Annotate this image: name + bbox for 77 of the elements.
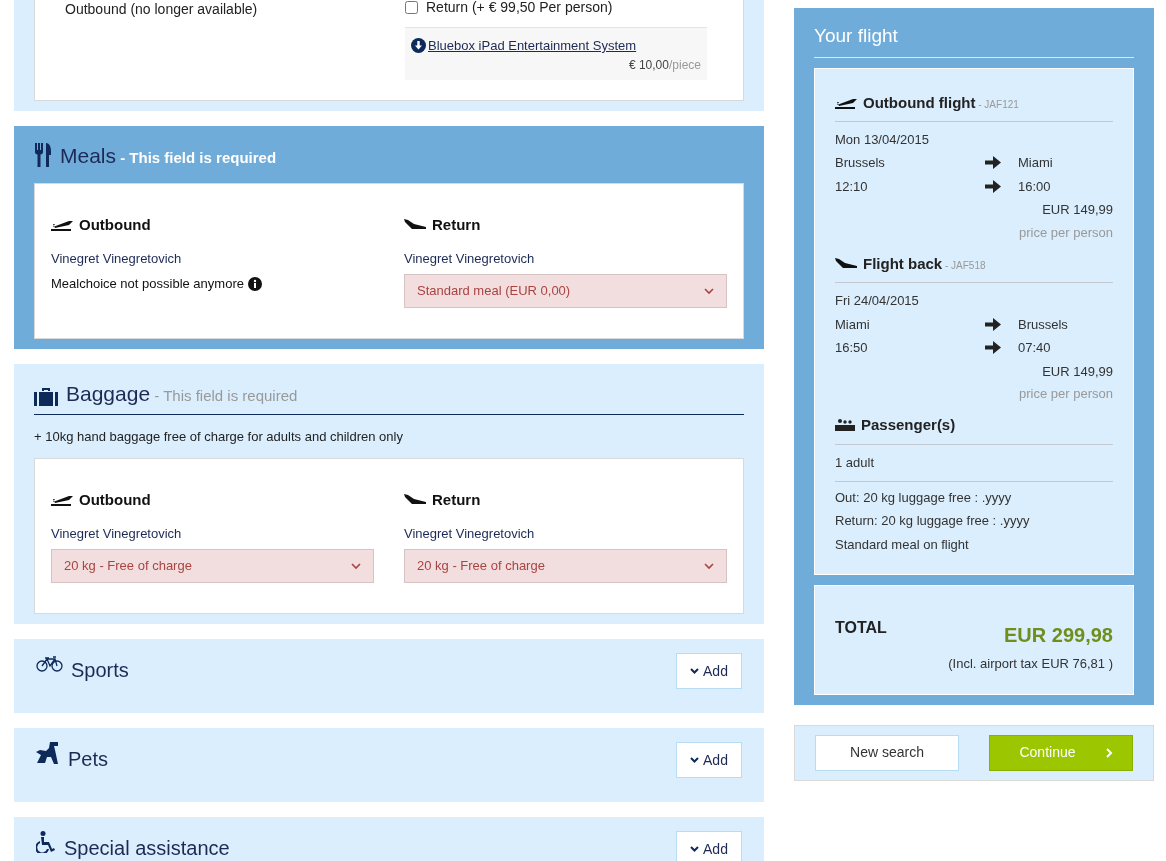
checkbox-label: Return (+ € 99,50 Per person) (426, 0, 613, 17)
add-button[interactable]: Add (676, 831, 742, 861)
flight-heading: Outbound flight - JAF121 (863, 92, 1019, 113)
booking-extra: Standard meal on flight (835, 535, 970, 554)
departure-time: 12:10 (835, 177, 869, 196)
takeoff-plane-icon (51, 494, 73, 507)
chevron-down-icon (351, 562, 361, 570)
booking-extra: Out: 20 kg luggage free : .yyyy (835, 488, 1013, 507)
landing-plane-icon (835, 258, 857, 270)
arrow-right-icon (985, 179, 1001, 193)
arrival-time: 16:00 (1017, 177, 1052, 196)
new-search-button[interactable]: New search (815, 734, 959, 771)
arrow-right-icon (985, 156, 1001, 170)
section-title: Sports (71, 658, 129, 683)
arrow-right-icon (985, 317, 1001, 331)
departure-time: 16:50 (835, 339, 869, 357)
passenger-name: Vinegret Vinegretovich (404, 524, 536, 543)
flight-heading: Flight back - JAF518 (863, 254, 986, 274)
add-button[interactable]: Add (676, 653, 742, 689)
unavailable-note: Mealchoice not possible anymore (51, 275, 244, 293)
download-icon (411, 38, 426, 54)
baggage-info: + 10kg hand baggage free of charge for adults and children only (34, 427, 404, 446)
section-title: Meals - This field is required (60, 142, 277, 169)
product-link[interactable]: Bluebox iPad Entertainment System (411, 36, 701, 56)
section-title: Pets (68, 747, 109, 772)
passenger-count: 1 adult (835, 445, 1113, 482)
passengers-heading: Passenger(s) (861, 414, 956, 435)
info-icon (247, 276, 262, 291)
chevron-down-icon (704, 287, 714, 295)
leg-heading: Outbound (79, 215, 151, 235)
section-title: Baggage - This field is required (66, 381, 298, 407)
checkbox[interactable] (405, 0, 418, 14)
fork-knife-icon (34, 143, 52, 167)
people-icon (835, 418, 855, 431)
flight-price: EUR 149,99 (1042, 362, 1113, 381)
dropdown-field[interactable]: 20 kg - Free of charge (404, 549, 727, 583)
origin-city: Brussels (835, 154, 886, 172)
leg-heading: Outbound (79, 490, 151, 510)
wheelchair-icon (36, 831, 56, 853)
total-label: TOTAL (835, 618, 887, 638)
unavailable-note: Outbound (no longer available) (64, 0, 259, 19)
flight-price: EUR 149,99 (1042, 201, 1113, 219)
price-note: price per person (1019, 223, 1113, 242)
destination-city: Miami (1017, 154, 1054, 172)
bicycle-icon (36, 656, 63, 672)
chevron-down-icon (690, 757, 700, 763)
dog-icon (36, 742, 60, 764)
arrival-time: 07:40 (1017, 339, 1052, 357)
tax-note: (Incl. airport tax EUR 76,81 ) (948, 655, 1113, 673)
price-note: price per person (1019, 385, 1113, 403)
add-button[interactable]: Add (676, 742, 742, 778)
passenger-name: Vinegret Vinegretovich (51, 249, 183, 268)
dropdown-field[interactable]: Standard meal (EUR 0,00) (404, 274, 727, 308)
takeoff-plane-icon (51, 219, 73, 232)
total-amount: EUR 299,98 (1004, 623, 1113, 648)
takeoff-plane-icon (835, 96, 857, 109)
chevron-down-icon (690, 846, 700, 852)
suitcase-icon (34, 385, 58, 406)
arrow-right-icon (985, 341, 1001, 355)
landing-plane-icon (404, 219, 426, 232)
section-title: Special assistance (64, 836, 230, 861)
flight-date: Fri 24/04/2015 (835, 292, 920, 310)
product-price: € 10,00/piece (628, 56, 701, 74)
destination-city: Brussels (1017, 315, 1069, 334)
leg-heading: Return (432, 215, 481, 235)
dropdown-field[interactable]: 20 kg - Free of charge (51, 549, 374, 583)
flight-date: Mon 13/04/2015 (835, 130, 930, 149)
passenger-name: Vinegret Vinegretovich (51, 524, 183, 543)
chevron-down-icon (690, 668, 700, 674)
origin-city: Miami (835, 315, 871, 334)
landing-plane-icon (404, 494, 426, 507)
summary-title: Your flight (814, 22, 1134, 58)
booking-extra: Return: 20 kg luggage free : .yyyy (835, 512, 1031, 530)
chevron-down-icon (704, 562, 714, 570)
leg-heading: Return (432, 490, 481, 510)
passenger-name: Vinegret Vinegretovich (404, 249, 536, 268)
chevron-right-icon (1105, 747, 1113, 758)
